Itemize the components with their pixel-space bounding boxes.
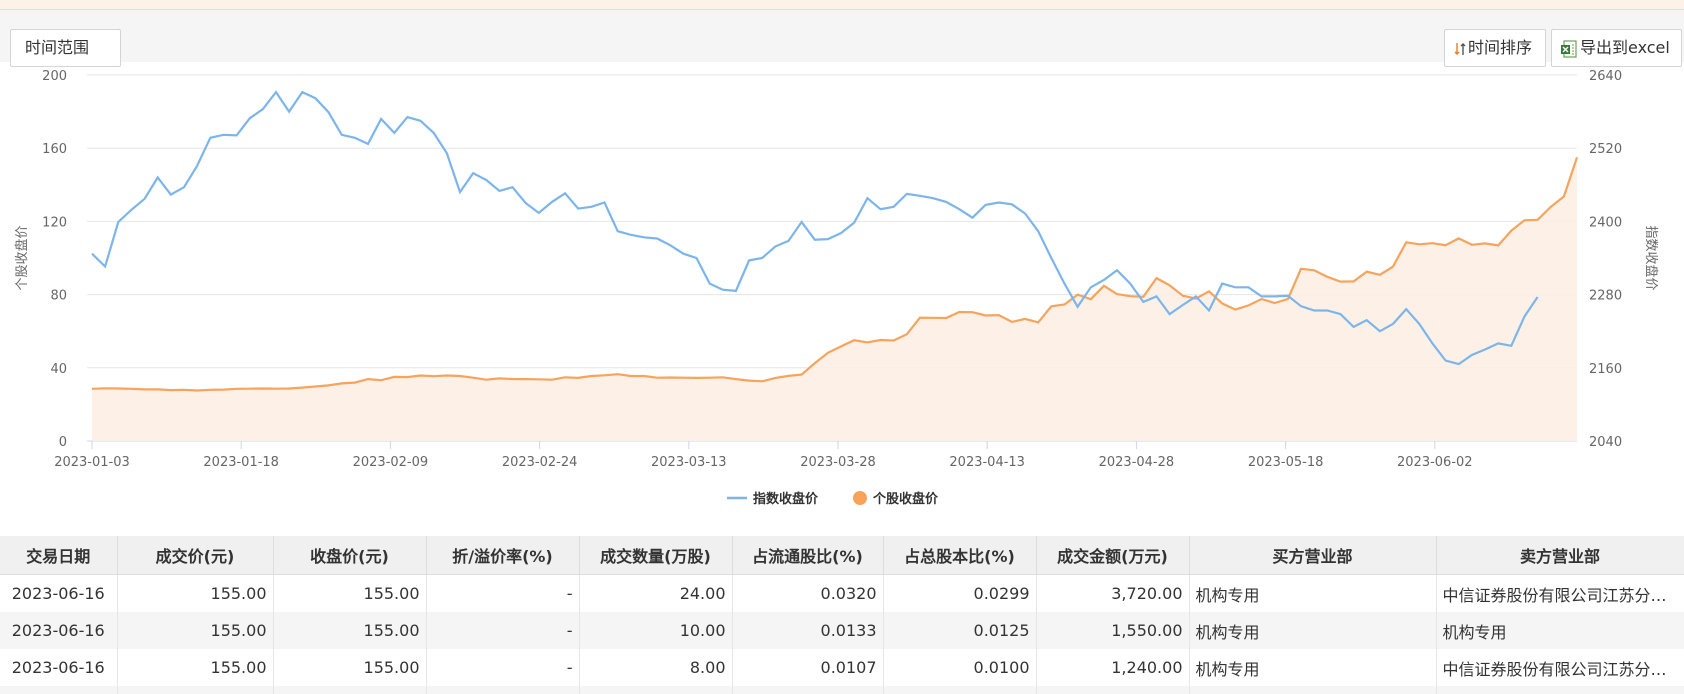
legend-stock-marker	[853, 491, 867, 505]
right-axis-tick-label: 2640	[1589, 69, 1622, 84]
cell-premium-rate: -	[426, 649, 580, 686]
col-header-close-price[interactable]: 收盘价(元)	[273, 536, 427, 575]
sort-arrows-icon	[1454, 42, 1466, 55]
cell-float-ratio: 0.0320	[732, 574, 884, 612]
price-chart: 200 160 120 80 40 0 2640 2520 2400 2280 2160 2040 个股…	[14, 69, 1659, 507]
excel-icon	[1561, 39, 1577, 58]
table-row: 2023-06-16 155.00 155.00 - 24.00 0.0320 …	[0, 574, 1684, 612]
cell-float-ratio: 0.0107	[732, 649, 884, 686]
right-axis-title: 指数收盘价	[1643, 225, 1659, 290]
left-axis-tick-label: 0	[59, 435, 67, 450]
right-axis-tick-label: 2160	[1589, 362, 1622, 377]
x-axis-tick-label: 2023-01-03	[54, 455, 130, 470]
table-row-partial	[0, 686, 1684, 694]
block-trade-table: 交易日期 成交价(元) 收盘价(元) 折/溢价率(%) 成交数量(万股) 占流通…	[0, 536, 1684, 694]
x-axis-tick-label: 2023-06-02	[1397, 455, 1473, 470]
legend-index-label: 指数收盘价	[753, 491, 819, 507]
cell-amount: 1,240.00	[1036, 649, 1190, 686]
x-axis-tick-label: 2023-04-28	[1099, 455, 1175, 470]
x-axis-tick-label: 2023-05-18	[1248, 455, 1324, 470]
x-axis-tick-label: 2023-02-09	[353, 455, 429, 470]
cell-buyer: 机构专用	[1189, 574, 1437, 612]
right-axis-tick-label: 2280	[1589, 289, 1622, 304]
cell-trade-date: 2023-06-16	[0, 574, 118, 612]
cell-close-price: 155.00	[273, 649, 427, 686]
cell-float-ratio: 0.0133	[732, 612, 884, 649]
right-axis-tick-label: 2040	[1589, 435, 1622, 450]
table-header-row: 交易日期 成交价(元) 收盘价(元) 折/溢价率(%) 成交数量(万股) 占流通…	[0, 536, 1684, 575]
col-header-seller[interactable]: 卖方营业部	[1436, 536, 1684, 575]
cell-trade-date: 2023-06-16	[0, 649, 118, 686]
left-axis-tick-label: 160	[42, 142, 67, 157]
stock-price-area	[92, 157, 1577, 442]
cell-seller: 中信证券股份有限公司江苏分公司	[1436, 574, 1684, 612]
x-axis-tick-label: 2023-01-18	[203, 455, 279, 470]
cell-seller: 中信证券股份有限公司江苏分公司	[1436, 649, 1684, 686]
col-header-trade-date[interactable]: 交易日期	[0, 536, 118, 575]
cell-volume: 8.00	[579, 649, 733, 686]
cell-close-price: 155.00	[273, 612, 427, 649]
table-row: 2023-06-16 155.00 155.00 - 8.00 0.0107 0…	[0, 649, 1684, 686]
cell-total-ratio: 0.0299	[883, 574, 1037, 612]
time-sort-label: 时间排序	[1468, 38, 1533, 57]
cell-volume: 10.00	[579, 612, 733, 649]
right-axis-tick-label: 2400	[1589, 215, 1622, 230]
table-row: 2023-06-16 155.00 155.00 - 10.00 0.0133 …	[0, 612, 1684, 649]
x-axis-tick-label: 2023-03-28	[800, 455, 876, 470]
cell-trade-date: 2023-06-16	[0, 612, 118, 649]
x-axis-tick-label: 2023-03-13	[651, 455, 727, 470]
block-trade-table-container: 交易日期 成交价(元) 收盘价(元) 折/溢价率(%) 成交数量(万股) 占流通…	[0, 536, 1684, 694]
toolbar: 时间范围 时间排序 导出到excel	[0, 10, 1684, 67]
left-axis-title: 个股收盘价	[14, 225, 30, 290]
col-header-deal-price[interactable]: 成交价(元)	[117, 536, 274, 575]
x-axis-tick-label: 2023-02-24	[502, 455, 578, 470]
cell-amount: 1,550.00	[1036, 612, 1190, 649]
right-axis-tick-label: 2520	[1589, 142, 1622, 157]
left-axis-tick-label: 120	[42, 215, 67, 230]
x-axis-tick-label: 2023-04-13	[949, 455, 1025, 470]
cell-premium-rate: -	[426, 612, 580, 649]
cell-total-ratio: 0.0125	[883, 612, 1037, 649]
cell-deal-price: 155.00	[117, 612, 274, 649]
left-axis-tick-label: 200	[42, 69, 67, 84]
left-axis-tick-label: 80	[50, 289, 67, 304]
cell-buyer: 机构专用	[1189, 649, 1437, 686]
export-excel-label: 导出到excel	[1580, 38, 1670, 57]
cell-total-ratio: 0.0100	[883, 649, 1037, 686]
col-header-float-ratio[interactable]: 占流通股比(%)	[732, 536, 884, 575]
cell-deal-price: 155.00	[117, 574, 274, 612]
legend-stock-label: 个股收盘价	[872, 491, 939, 507]
top-accent-bar	[0, 0, 1684, 10]
left-axis-tick-label: 40	[50, 362, 67, 377]
cell-buyer: 机构专用	[1189, 612, 1437, 649]
col-header-total-ratio[interactable]: 占总股本比(%)	[883, 536, 1037, 575]
col-header-volume[interactable]: 成交数量(万股)	[579, 536, 733, 575]
cell-amount: 3,720.00	[1036, 574, 1190, 612]
cell-close-price: 155.00	[273, 574, 427, 612]
col-header-premium-rate[interactable]: 折/溢价率(%)	[426, 536, 580, 575]
cell-seller: 机构专用	[1436, 612, 1684, 649]
cell-premium-rate: -	[426, 574, 580, 612]
col-header-buyer[interactable]: 买方营业部	[1189, 536, 1437, 575]
cell-deal-price: 155.00	[117, 649, 274, 686]
col-header-amount[interactable]: 成交金额(万元)	[1036, 536, 1190, 575]
cell-volume: 24.00	[579, 574, 733, 612]
